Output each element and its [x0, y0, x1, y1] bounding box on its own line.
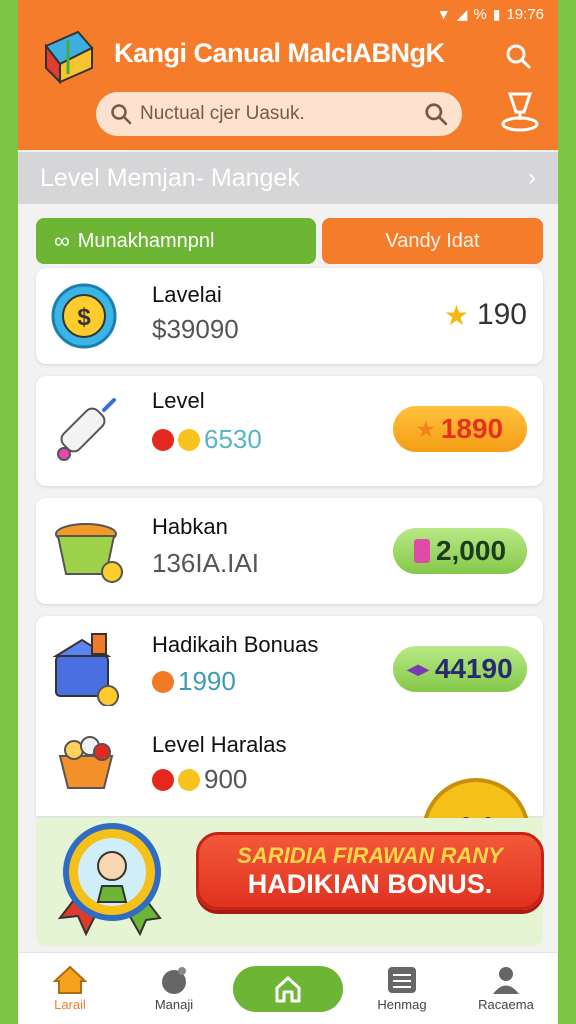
nav-item-larail[interactable]: Larail	[25, 965, 115, 1012]
nav-item-henmag[interactable]: Henmag	[357, 965, 447, 1012]
home-icon	[53, 965, 87, 994]
bonus-banner: SARIDIA FIRAWAN RANY HADIKIAN BONUS.	[36, 818, 544, 946]
app-title: Kangi Canual MalcIABNgK	[114, 38, 445, 68]
chevron-right-icon: ›	[528, 164, 536, 191]
battery-percent: %	[473, 5, 487, 23]
coin-icon: $	[50, 278, 126, 354]
item-price-sub: 136IA.IAI	[152, 548, 259, 578]
item-price-sub-value: 1990	[178, 666, 236, 696]
phone-screen: ▼ ◢ % ▮ 19:76 Kangi Canual MalcIABNgK Nu…	[18, 0, 558, 1024]
list-icon	[388, 967, 416, 993]
buy-button-value: 2,000	[435, 535, 507, 566]
item-price-sub-value: 900	[204, 764, 248, 794]
item-price-sub-value: 6530	[204, 424, 262, 454]
list-item[interactable]: Hadikaih Bonuas 1990 ◀▶ 44190	[36, 616, 543, 716]
tab-first[interactable]: ∞ Munakhamnpnl	[36, 218, 316, 264]
gold-coin-icon	[178, 428, 200, 451]
star-icon: ★	[443, 299, 469, 331]
nav-item-racaema[interactable]: Racaema	[461, 965, 551, 1012]
tab-second-label: Vandy Idat	[385, 229, 480, 252]
item-price-value: 190	[476, 298, 527, 331]
item-title: Level	[152, 388, 205, 413]
claim-bonus-button[interactable]: SARIDIA FIRAWAN RANY HADIKIAN BONUS.	[196, 832, 544, 910]
red-gem-icon	[152, 768, 174, 791]
search-icon	[506, 44, 531, 69]
star-icon: ★	[416, 418, 435, 441]
nav-label: Larail	[54, 997, 86, 1012]
item-title: Habkan	[152, 514, 228, 539]
red-gem-icon	[152, 428, 174, 451]
battery-icon: ▮	[492, 5, 501, 22]
status-bar: ▼ ◢ % ▮ 19:76	[437, 4, 544, 24]
item-price-sub: 1990	[152, 666, 236, 697]
banner-line-1: SARIDIA FIRAWAN RANY	[237, 842, 503, 868]
gold-coin-icon	[178, 768, 200, 791]
buy-button-value: 44190	[434, 653, 513, 684]
buy-button-value: 1890	[440, 413, 504, 444]
ticket-icon: ◀▶	[407, 660, 429, 677]
bottom-nav: Larail Manaji Henmag Racaema	[18, 952, 558, 1024]
item-price-sub: 6530	[152, 424, 262, 455]
level-strip-label: Level Memjan- Mangek	[40, 163, 300, 192]
buy-button[interactable]: ◀▶ 44190	[393, 646, 527, 692]
item-card[interactable]: Habkan 136IA.IAI 2,000	[36, 498, 543, 604]
search-input[interactable]	[140, 103, 416, 125]
buy-button[interactable]: ★ 1890	[393, 406, 527, 452]
medal-icon	[50, 822, 180, 938]
item-card[interactable]: Level 6530 ★ 1890	[36, 376, 543, 486]
svg-text:$: $	[77, 304, 91, 331]
header-search-button[interactable]	[498, 36, 538, 76]
tab-bar: ∞ Munakhamnpnl Vandy Idat	[36, 218, 543, 264]
orange-gem-icon	[152, 670, 174, 693]
search-icon	[111, 104, 132, 125]
item-price-sub: 900	[152, 764, 247, 795]
basket-icon	[50, 512, 126, 588]
profile-icon	[493, 967, 519, 994]
fruit-basket-icon	[50, 722, 126, 798]
infinity-icon: ∞	[54, 228, 70, 253]
search-submit-icon[interactable]	[424, 102, 448, 126]
nav-label: Racaema	[478, 997, 534, 1012]
item-price-sub: $39090	[152, 314, 239, 344]
item-title: Lavelai	[152, 282, 222, 307]
signal-icon: ◢	[456, 5, 468, 22]
item-price: ★ 190	[444, 298, 527, 332]
gift-box-icon	[50, 630, 126, 707]
search-bar	[96, 92, 462, 136]
nav-item-manaji[interactable]: Manaji	[129, 965, 219, 1012]
tab-first-label: Munakhamnpnl	[77, 229, 215, 252]
item-title: Hadikaih Bonuas	[152, 632, 319, 657]
status-time: 19:76	[506, 5, 544, 23]
trophy-icon	[501, 92, 539, 132]
home-icon	[275, 976, 301, 1002]
level-strip[interactable]: Level Memjan- Mangek ›	[18, 152, 558, 204]
app-header: ▼ ◢ % ▮ 19:76 Kangi Canual MalcIABNgK	[18, 0, 558, 150]
buy-button[interactable]: 2,000	[393, 528, 527, 574]
game-icon	[162, 967, 186, 994]
nav-label: Henmag	[377, 997, 427, 1012]
wifi-icon: ▼	[436, 6, 451, 22]
rolling-pin-icon	[50, 392, 126, 468]
banner-line-2: HADIKIAN BONUS.	[247, 868, 493, 899]
kite-logo-icon	[38, 28, 98, 85]
reward-button[interactable]	[496, 88, 544, 136]
potion-icon	[413, 539, 430, 563]
nav-label: Manaji	[154, 997, 194, 1012]
nav-home-button[interactable]	[233, 965, 343, 1012]
item-title: Level Haralas	[152, 732, 287, 757]
tab-second[interactable]: Vandy Idat	[322, 218, 543, 264]
item-card[interactable]: $ Lavelai $39090 ★ 190	[36, 268, 543, 364]
